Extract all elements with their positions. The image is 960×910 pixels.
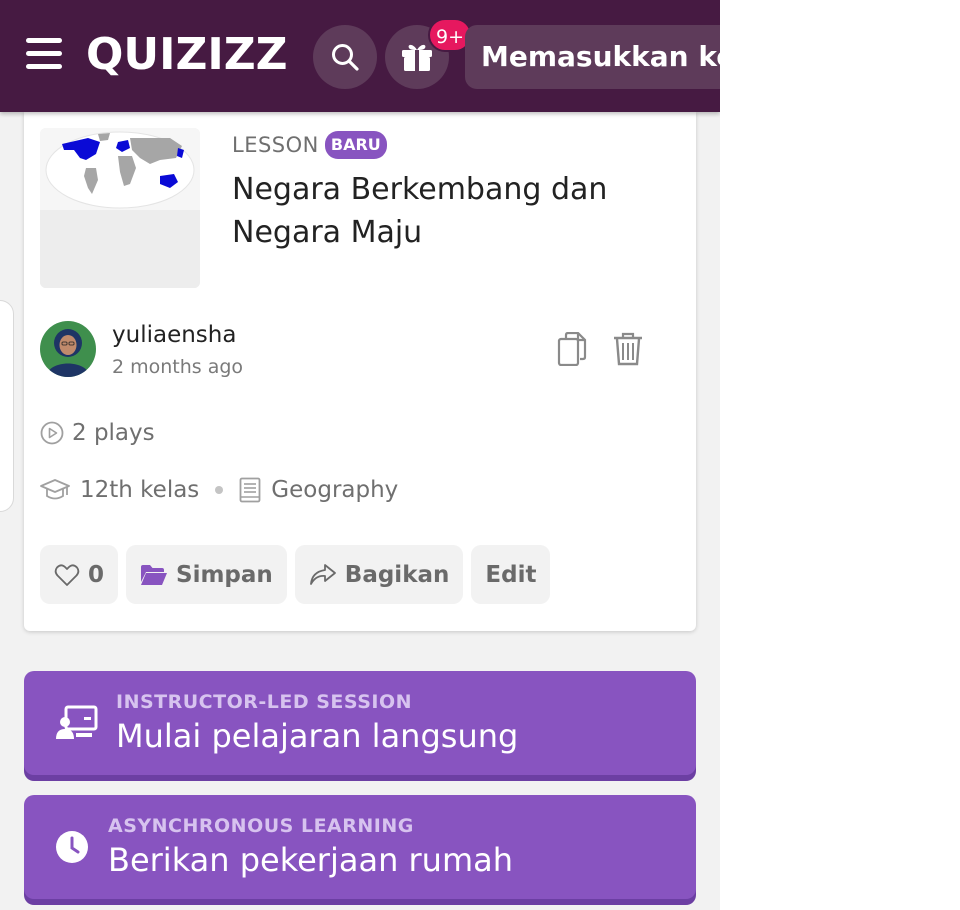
lesson-title[interactable]: Negara Berkembang dan Negara Maju [232, 168, 652, 254]
avatar[interactable] [40, 321, 96, 377]
author-name[interactable]: yuliaensha [112, 322, 236, 348]
lesson-type-label: LESSON [232, 133, 319, 157]
search-icon [332, 44, 359, 71]
quizizz-logo[interactable]: QUIZIZZ [86, 24, 288, 86]
share-label: Bagikan [344, 561, 450, 588]
app-viewport: QUIZIZZ 9+ Memasukkan kode [0, 0, 720, 910]
lesson-meta: 12th kelas Geography [40, 477, 398, 503]
graduation-cap-icon [40, 479, 70, 500]
copy-icon [557, 331, 587, 367]
like-count: 0 [88, 561, 105, 588]
heart-icon [54, 563, 80, 586]
top-bar: QUIZIZZ 9+ Memasukkan kode [0, 0, 720, 112]
plays-count: 2 plays [40, 420, 155, 446]
share-icon [309, 563, 336, 585]
save-button[interactable]: Simpan [126, 545, 287, 604]
like-button[interactable]: 0 [40, 545, 119, 604]
session-title: Berikan pekerjaan rumah [108, 841, 514, 879]
book-icon [239, 477, 261, 503]
lesson-thumbnail [40, 128, 200, 288]
subject-label: Geography [271, 477, 399, 503]
save-label: Simpan [176, 561, 273, 588]
presentation-icon [56, 705, 98, 739]
card-actions: 0 Simpan Bagikan Edit [40, 545, 551, 604]
plays-label: 2 plays [72, 420, 155, 446]
clock-icon [56, 831, 88, 863]
separator-dot [215, 486, 224, 494]
edit-label: Edit [485, 561, 537, 588]
edit-button[interactable]: Edit [471, 545, 551, 604]
trash-icon [614, 332, 642, 366]
session-title: Mulai pelajaran langsung [116, 717, 519, 755]
search-button[interactable] [313, 25, 377, 89]
gift-icon [402, 44, 432, 71]
lesson-card: LESSON BARU Negara Berkembang dan Negara… [24, 112, 696, 631]
grade-label: 12th kelas [80, 477, 200, 503]
new-badge: BARU [324, 131, 387, 159]
lesson-type: LESSON BARU [232, 131, 387, 159]
join-code-input[interactable]: Memasukkan kode [465, 25, 720, 89]
session-kicker: INSTRUCTOR-LED SESSION [116, 691, 413, 713]
start-live-lesson-button[interactable]: INSTRUCTOR-LED SESSION Mulai pelajaran l… [24, 671, 696, 775]
play-icon [40, 421, 64, 445]
created-time: 2 months ago [112, 356, 244, 378]
share-button[interactable]: Bagikan [294, 545, 464, 604]
previous-card-edge [0, 300, 14, 512]
assign-homework-button[interactable]: ASYNCHRONOUS LEARNING Berikan pekerjaan … [24, 795, 696, 899]
folder-icon [141, 564, 168, 585]
hamburger-icon[interactable] [26, 38, 62, 70]
copy-button[interactable] [556, 331, 588, 367]
delete-button[interactable] [612, 332, 644, 366]
session-kicker: ASYNCHRONOUS LEARNING [108, 815, 414, 837]
